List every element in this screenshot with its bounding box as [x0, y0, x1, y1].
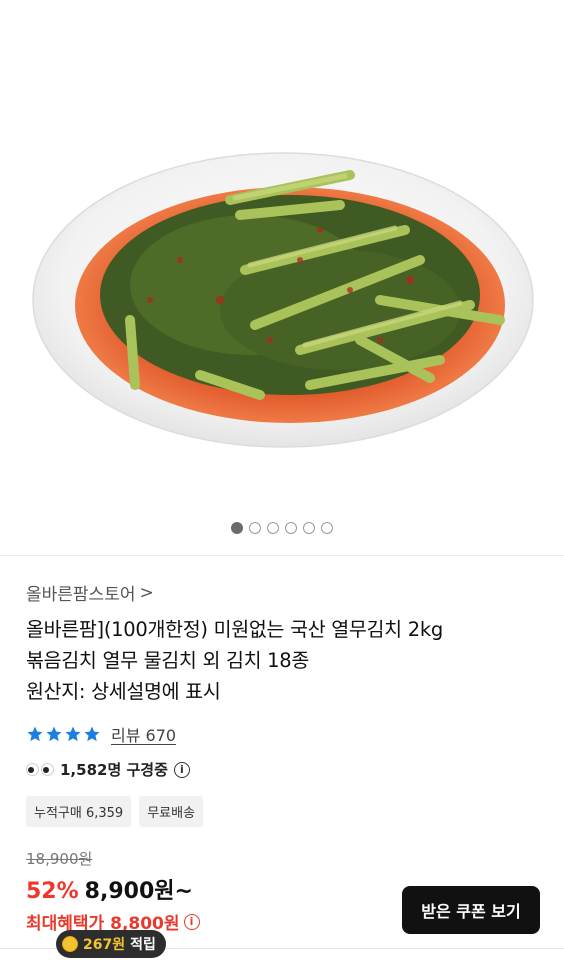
carousel-dot[interactable]: [231, 522, 243, 534]
star-icon: [84, 726, 100, 742]
product-title-line: 올바른팜](100개한정) 미원없는 국산 열무김치 2kg: [26, 618, 443, 641]
product-image-area[interactable]: [0, 0, 564, 555]
points-amount: 267원: [83, 937, 126, 953]
section-divider: [0, 555, 564, 556]
star-icon: [46, 726, 62, 742]
product-origin: 원산지: 상세설명에 표시: [26, 680, 221, 703]
original-price: 18,900원: [26, 850, 93, 868]
viewers-text: 1,582명 구경중: [60, 761, 168, 779]
price-row: 52% 8,900원~: [26, 873, 193, 905]
product-title: 올바른팜](100개한정) 미원없는 국산 열무김치 2kg 볶음김치 열무 물…: [26, 614, 546, 707]
carousel-indicator[interactable]: [0, 522, 564, 534]
coin-icon: [62, 936, 78, 952]
star-icon: [27, 726, 43, 742]
kimchi-dish-image: [32, 152, 534, 448]
store-name: 올바른팜스토어: [26, 585, 136, 605]
tag-free-shipping: 무료배송: [139, 796, 204, 827]
discount-rate: 52%: [26, 879, 79, 904]
info-icon[interactable]: i: [173, 761, 190, 778]
carousel-dot[interactable]: [267, 522, 279, 534]
star-rating: [26, 725, 101, 743]
carousel-dot[interactable]: [303, 522, 315, 534]
chevron-right-icon: >: [139, 582, 154, 603]
product-title-line: 볶음김치 열무 물김치 외 김치 18종: [26, 649, 310, 672]
review-link[interactable]: 리뷰 670: [111, 722, 176, 746]
points-badge: 267원 적립: [56, 930, 166, 958]
eyes-icon: [26, 763, 54, 776]
star-icon: [65, 726, 81, 742]
view-coupons-button[interactable]: 받은 쿠폰 보기: [402, 886, 540, 934]
viewers-count: 1,582명 구경중 i: [26, 759, 190, 780]
sale-price: 8,900원~: [84, 879, 193, 904]
tag-cumulative-purchases: 누적구매 6,359: [26, 796, 132, 827]
product-tags: 누적구매 6,359 무료배송: [26, 796, 204, 827]
carousel-dot[interactable]: [285, 522, 297, 534]
rating-row: 리뷰 670: [26, 722, 176, 746]
carousel-dot[interactable]: [249, 522, 261, 534]
info-icon: i: [183, 913, 200, 930]
store-link[interactable]: 올바른팜스토어 >: [26, 580, 154, 606]
carousel-dot[interactable]: [321, 522, 333, 534]
points-suffix: 적립: [130, 937, 156, 953]
